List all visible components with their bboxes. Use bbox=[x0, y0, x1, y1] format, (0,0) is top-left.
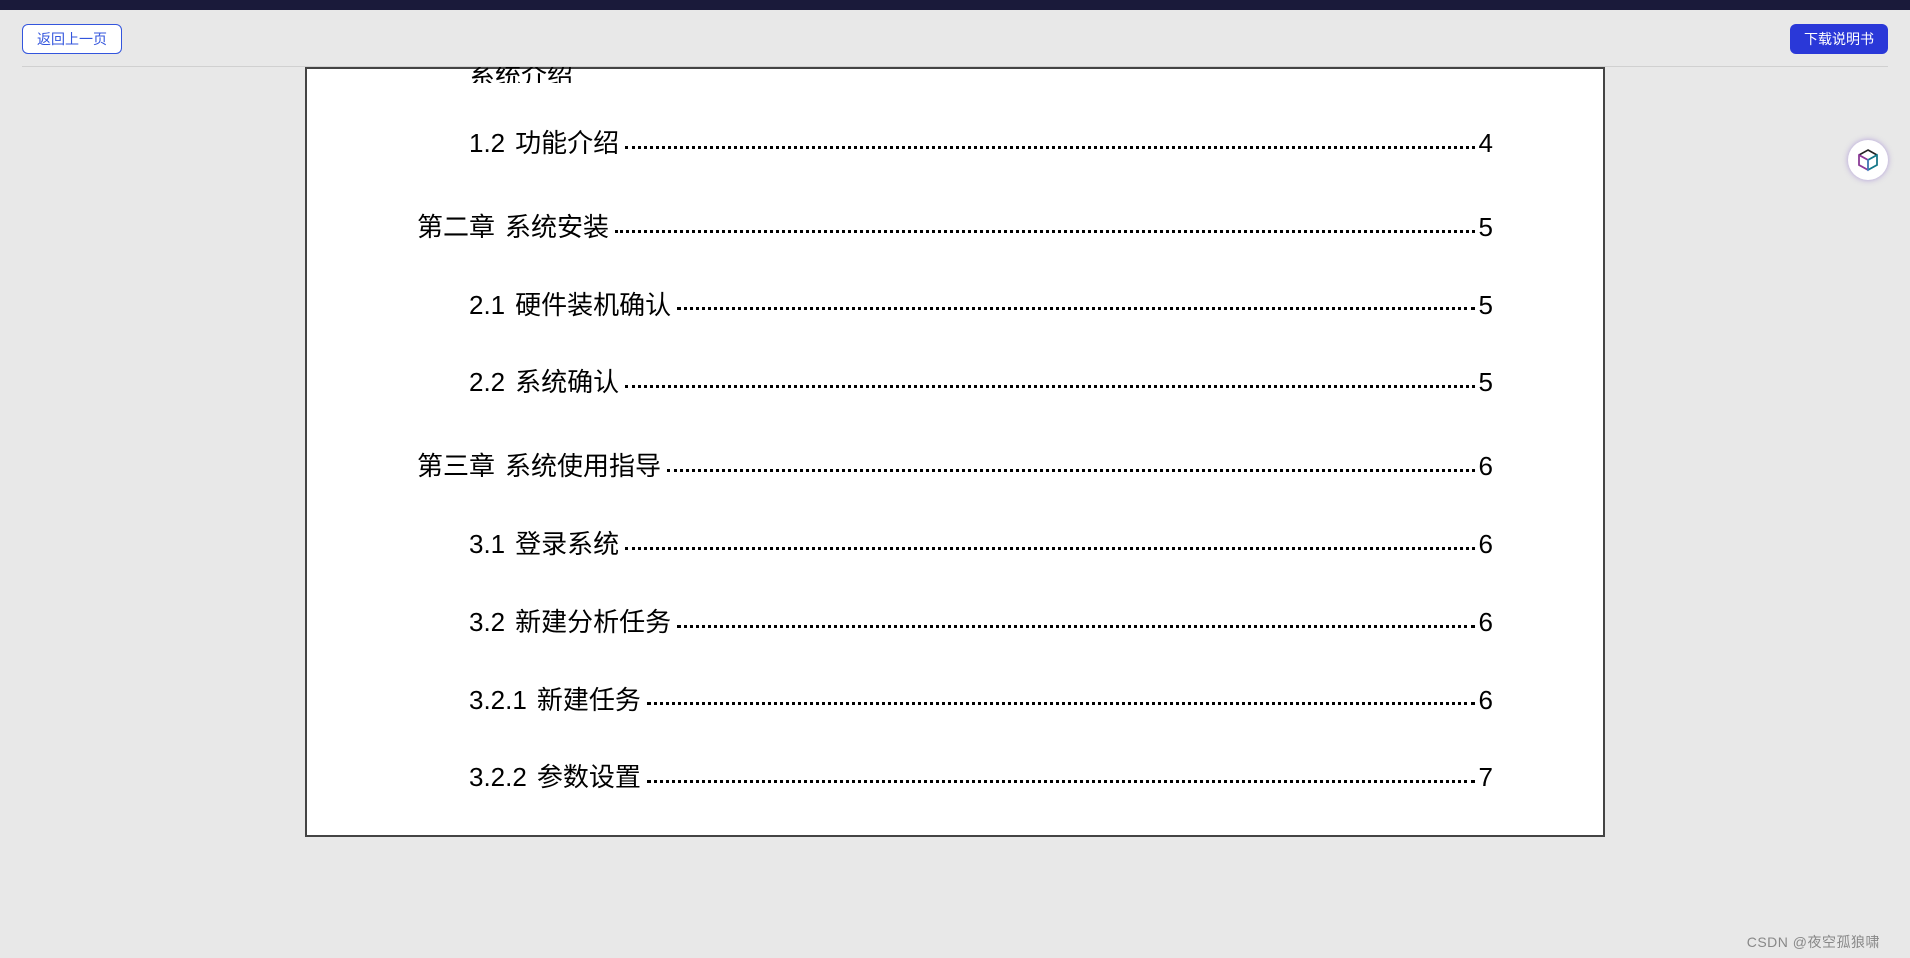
toc-num: 3.1 bbox=[469, 528, 505, 562]
toc-num: 3.2 bbox=[469, 606, 505, 640]
toc-title: 系统确认 bbox=[515, 366, 619, 400]
toc-num: 第二章 bbox=[417, 211, 495, 245]
toc-dots bbox=[677, 307, 1474, 310]
toc-title: 系统安装 bbox=[505, 211, 609, 245]
back-button[interactable]: 返回上一页 bbox=[22, 24, 122, 54]
toc-cutoff-text: 系统介绍 bbox=[469, 66, 573, 83]
toc-line-cutoff: 系统介绍 bbox=[417, 66, 1493, 83]
header-bar: 返回上一页 下载说明书 bbox=[0, 10, 1910, 66]
toc-line[interactable]: 3.2 新建分析任务 6 bbox=[417, 606, 1493, 640]
toc-line[interactable]: 2.1 硬件装机确认 5 bbox=[417, 289, 1493, 323]
toc-title: 新建分析任务 bbox=[515, 606, 671, 640]
toc-page: 6 bbox=[1479, 528, 1493, 562]
toc-title: 参数设置 bbox=[537, 761, 641, 795]
toc-page: 5 bbox=[1479, 211, 1493, 245]
document-page: 系统介绍 1.2 功能介绍 4 第二章 系统安装 5 2.1 硬件装机确认 bbox=[305, 67, 1605, 837]
toc-line[interactable]: 1.2 功能介绍 4 bbox=[417, 127, 1493, 161]
toc-dots bbox=[625, 547, 1474, 550]
toc-dots bbox=[625, 146, 1474, 149]
toc-page: 7 bbox=[1479, 761, 1493, 795]
toc-line[interactable]: 第二章 系统安装 5 bbox=[417, 211, 1493, 245]
toc-dots bbox=[625, 385, 1474, 388]
toc-line[interactable]: 3.2.1 新建任务 6 bbox=[417, 684, 1493, 718]
document-viewer[interactable]: 系统介绍 1.2 功能介绍 4 第二章 系统安装 5 2.1 硬件装机确认 bbox=[22, 66, 1888, 958]
download-button[interactable]: 下载说明书 bbox=[1790, 24, 1888, 54]
toc-line[interactable]: 3.1 登录系统 6 bbox=[417, 528, 1493, 562]
document-viewer-wrap: 系统介绍 1.2 功能介绍 4 第二章 系统安装 5 2.1 硬件装机确认 bbox=[22, 66, 1888, 958]
toc-title: 硬件装机确认 bbox=[515, 289, 671, 323]
toc-page: 5 bbox=[1479, 289, 1493, 323]
toc-title: 登录系统 bbox=[515, 528, 619, 562]
toc-dots bbox=[647, 702, 1475, 705]
toc-title: 系统使用指导 bbox=[505, 450, 661, 484]
toc-page: 6 bbox=[1479, 606, 1493, 640]
cube-icon bbox=[1856, 148, 1880, 172]
toc-dots bbox=[647, 780, 1475, 783]
toc-page: 5 bbox=[1479, 366, 1493, 400]
toc-title: 新建任务 bbox=[537, 684, 641, 718]
toc-dots bbox=[667, 469, 1475, 472]
toc-dots bbox=[677, 625, 1474, 628]
toc-page: 6 bbox=[1479, 684, 1493, 718]
toc-num: 3.2.2 bbox=[469, 761, 527, 795]
top-accent-bar bbox=[0, 0, 1910, 10]
toc-num: 第三章 bbox=[417, 450, 495, 484]
toc-num: 1.2 bbox=[469, 127, 505, 161]
toc-line[interactable]: 3.2.2 参数设置 7 bbox=[417, 761, 1493, 795]
toc-page: 6 bbox=[1479, 450, 1493, 484]
toc-num: 2.1 bbox=[469, 289, 505, 323]
toc-title: 功能介绍 bbox=[515, 127, 619, 161]
toc-page: 4 bbox=[1479, 127, 1493, 161]
assistant-float-icon[interactable] bbox=[1848, 140, 1888, 180]
toc-line[interactable]: 第三章 系统使用指导 6 bbox=[417, 450, 1493, 484]
toc-num: 3.2.1 bbox=[469, 684, 527, 718]
toc-num: 2.2 bbox=[469, 366, 505, 400]
toc-line[interactable]: 2.2 系统确认 5 bbox=[417, 366, 1493, 400]
toc-dots bbox=[615, 230, 1475, 233]
